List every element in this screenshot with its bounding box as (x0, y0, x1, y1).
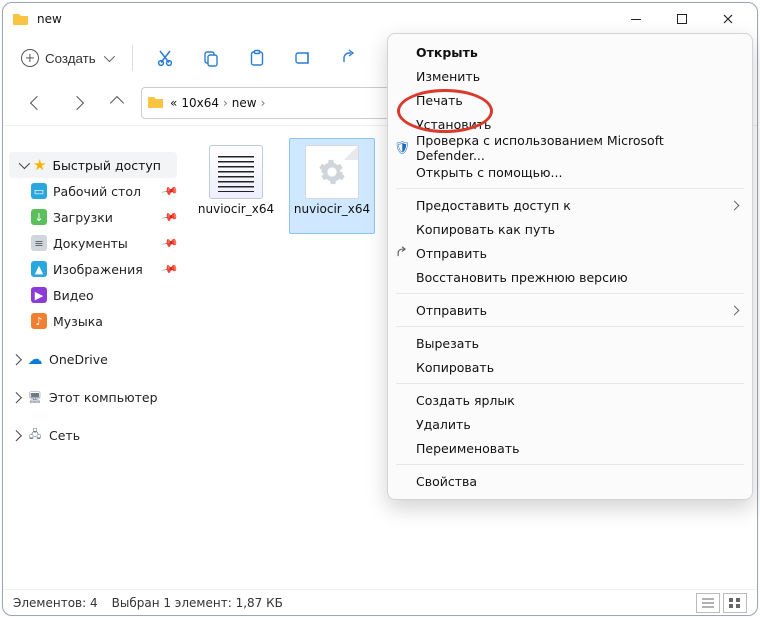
pin-icon: 📌 (161, 208, 180, 227)
copy-button[interactable] (191, 41, 231, 75)
sidebar-item-thispc[interactable]: 🖥Этот компьютер (3, 384, 183, 410)
separator (396, 293, 744, 294)
quick-access-header[interactable]: ★ Быстрый доступ (9, 152, 177, 178)
ctx-open[interactable]: Открыть (388, 40, 752, 64)
view-details-button[interactable] (696, 593, 720, 613)
separator (396, 383, 744, 384)
separator (132, 45, 133, 71)
chevron-right-icon (11, 430, 22, 441)
sidebar-item-downloads[interactable]: ↓Загрузки📌 (3, 204, 183, 230)
rename-button[interactable] (283, 41, 323, 75)
ctx-delete[interactable]: Удалить (388, 412, 752, 436)
video-icon: ▶ (31, 287, 47, 303)
network-icon: 🖧 (27, 427, 43, 443)
ctx-rename[interactable]: Переименовать (388, 436, 752, 460)
context-menu: Открыть Изменить Печать Установить 🛡Пров… (387, 33, 753, 500)
batch-file-icon (209, 145, 263, 199)
pc-icon: 🖥 (27, 389, 43, 405)
desktop-icon: ▭ (31, 183, 47, 199)
pin-icon: 📌 (161, 260, 180, 279)
pin-icon: 📌 (161, 182, 180, 201)
file-label: nuviocir_x64 (196, 203, 276, 216)
ctx-copy[interactable]: Копировать (388, 355, 752, 379)
breadcrumb[interactable]: « 10x64 › new › (170, 96, 265, 110)
item-count: Элементов: 4 (13, 596, 98, 610)
download-icon: ↓ (31, 209, 47, 225)
ctx-send-to[interactable]: Отправить (388, 298, 752, 322)
star-icon: ★ (33, 156, 46, 174)
arrow-left-icon (30, 96, 44, 110)
maximize-button[interactable] (659, 3, 705, 35)
ctx-restore-prev[interactable]: Восстановить прежнюю версию (388, 265, 752, 289)
ctx-cut[interactable]: Вырезать (388, 331, 752, 355)
sidebar-item-videos[interactable]: ▶Видео (3, 282, 183, 308)
forward-button[interactable] (61, 87, 93, 119)
plus-icon (21, 49, 39, 67)
share-button[interactable] (329, 41, 369, 75)
new-button[interactable]: Создать (13, 41, 120, 75)
separator (396, 464, 744, 465)
window-title: new (37, 12, 613, 26)
nav-pane: ★ Быстрый доступ ▭Рабочий стол📌 ↓Загрузк… (3, 126, 183, 589)
explorer-window: new Создать « 10x64 › new (2, 2, 758, 616)
chevron-down-icon (103, 51, 114, 62)
pin-icon: 📌 (161, 234, 180, 253)
file-item[interactable]: nuviocir_x64 (193, 138, 279, 234)
sidebar-item-pictures[interactable]: ▲Изображения📌 (3, 256, 183, 282)
close-button[interactable] (705, 3, 751, 35)
inf-file-icon (305, 145, 359, 199)
separator (396, 188, 744, 189)
music-icon: ♪ (31, 313, 47, 329)
view-icons-button[interactable] (723, 593, 747, 613)
sidebar-item-music[interactable]: ♪Музыка (3, 308, 183, 334)
file-item[interactable]: nuviocir_x64 (289, 138, 375, 234)
folder-icon (13, 11, 29, 27)
ctx-share-access[interactable]: Предоставить доступ к (388, 193, 752, 217)
paste-button[interactable] (237, 41, 277, 75)
sidebar-item-documents[interactable]: ≡Документы📌 (3, 230, 183, 256)
sidebar-item-desktop[interactable]: ▭Рабочий стол📌 (3, 178, 183, 204)
cut-button[interactable] (145, 41, 185, 75)
arrow-right-icon (70, 96, 84, 110)
ctx-properties[interactable]: Свойства (388, 469, 752, 493)
ctx-open-with[interactable]: Открыть с помощью... (388, 160, 752, 184)
title-bar: new (3, 3, 757, 35)
file-label: nuviocir_x64 (292, 203, 372, 216)
ctx-defender[interactable]: 🛡Проверка с использованием Microsoft Def… (388, 136, 752, 160)
status-bar: Элементов: 4 Выбран 1 элемент: 1,87 КБ (3, 589, 757, 615)
back-button[interactable] (21, 87, 53, 119)
chevron-right-icon (11, 392, 22, 403)
ctx-shortcut[interactable]: Создать ярлык (388, 388, 752, 412)
document-icon: ≡ (31, 235, 47, 251)
ctx-share[interactable]: Отправить (388, 241, 752, 265)
arrow-up-icon (110, 96, 124, 110)
share-icon (394, 246, 410, 260)
new-label: Создать (45, 51, 96, 66)
chevron-down-icon (19, 158, 30, 169)
up-button[interactable] (101, 87, 133, 119)
ctx-copy-path[interactable]: Копировать как путь (388, 217, 752, 241)
sidebar-item-network[interactable]: 🖧Сеть (3, 422, 183, 448)
ctx-edit[interactable]: Изменить (388, 64, 752, 88)
separator (396, 326, 744, 327)
sidebar-item-onedrive[interactable]: ☁OneDrive (3, 346, 183, 372)
folder-icon (148, 94, 164, 113)
chevron-right-icon (11, 354, 22, 365)
ctx-print[interactable]: Печать (388, 88, 752, 112)
pictures-icon: ▲ (31, 261, 47, 277)
shield-icon: 🛡 (394, 141, 410, 156)
minimize-button[interactable] (613, 3, 659, 35)
cloud-icon: ☁ (27, 351, 43, 367)
selection-info: Выбран 1 элемент: 1,87 КБ (112, 596, 283, 610)
